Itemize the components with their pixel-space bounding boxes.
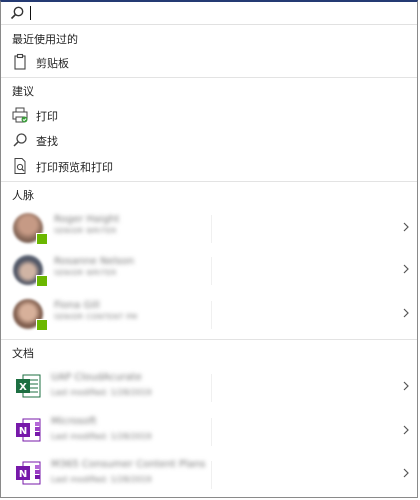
suggestions-header: 建议 — [12, 85, 34, 98]
documents-header: 文档 — [12, 347, 34, 360]
divider — [211, 301, 212, 329]
chevron-right-icon[interactable] — [401, 467, 411, 479]
presence-badge — [36, 319, 48, 331]
recent-item-clipboard[interactable]: 剪贴板 — [1, 50, 417, 74]
document-name: M365 Consumer Content Plans — [51, 459, 206, 470]
divider — [1, 181, 417, 182]
document-meta: Last modified: 1/28/2019 — [51, 388, 152, 397]
recent-item-label: 剪贴板 — [36, 57, 69, 70]
suggestion-print-preview[interactable]: 打印预览和打印 — [1, 154, 417, 178]
clipboard-icon — [14, 53, 26, 70]
suggestion-label: 打印 — [36, 110, 58, 123]
recent-header: 最近使用过的 — [12, 33, 78, 46]
document-name: UAP CloudAcurate — [51, 372, 142, 383]
people-item[interactable]: Roger Haight SENIOR WRITER — [1, 209, 417, 249]
document-name: Microsoft — [51, 416, 97, 427]
suggestion-print[interactable]: 打印 — [1, 103, 417, 127]
divider — [211, 215, 212, 243]
search-input[interactable] — [35, 4, 395, 22]
document-item[interactable]: X UAP CloudAcurate Last modified: 1/28/2… — [1, 366, 417, 410]
people-item[interactable]: Fiona Gill SENIOR CONTENT PM — [1, 295, 417, 335]
document-item[interactable]: N Microsoft Last modified: 1/28/2019 — [1, 410, 417, 454]
document-item[interactable]: N M365 Consumer Content Plans Last modif… — [1, 453, 417, 497]
svg-text:N: N — [19, 469, 27, 480]
onenote-icon: N — [16, 461, 41, 485]
chevron-right-icon[interactable] — [401, 380, 411, 392]
divider — [1, 77, 417, 78]
presence-badge — [36, 233, 48, 245]
onenote-icon: N — [16, 418, 41, 442]
suggestion-label: 查找 — [36, 135, 58, 148]
text-caret — [30, 6, 31, 20]
people-item[interactable]: Rosanne Nelson SENIOR WRITER — [1, 251, 417, 291]
excel-icon: X — [16, 374, 41, 398]
svg-text:X: X — [19, 382, 27, 393]
search-bar[interactable] — [1, 2, 417, 25]
chevron-right-icon[interactable] — [401, 307, 411, 319]
chevron-right-icon[interactable] — [401, 221, 411, 233]
svg-text:N: N — [19, 426, 27, 437]
suggestion-label: 打印预览和打印 — [36, 161, 113, 174]
presence-badge — [36, 275, 48, 287]
person-title: SENIOR WRITER — [54, 227, 117, 235]
suggestion-find[interactable]: 查找 — [1, 128, 417, 152]
person-name: Fiona Gill — [54, 300, 100, 311]
person-title: SENIOR WRITER — [54, 269, 117, 277]
document-meta: Last modified: 1/28/2019 — [51, 475, 152, 484]
chevron-right-icon[interactable] — [401, 424, 411, 436]
person-title: SENIOR CONTENT PM — [54, 313, 138, 321]
print-preview-icon — [14, 158, 26, 174]
document-meta: Last modified: 1/28/2019 — [51, 432, 152, 441]
chevron-right-icon[interactable] — [401, 263, 411, 275]
search-icon — [13, 133, 27, 147]
people-header: 人脉 — [12, 189, 34, 202]
divider — [211, 418, 212, 446]
printer-icon — [12, 107, 28, 123]
divider — [1, 339, 417, 340]
person-name: Rosanne Nelson — [54, 256, 135, 267]
person-name: Roger Haight — [54, 214, 120, 225]
divider — [211, 461, 212, 489]
search-icon — [10, 6, 24, 20]
divider — [211, 374, 212, 402]
divider — [211, 257, 212, 285]
